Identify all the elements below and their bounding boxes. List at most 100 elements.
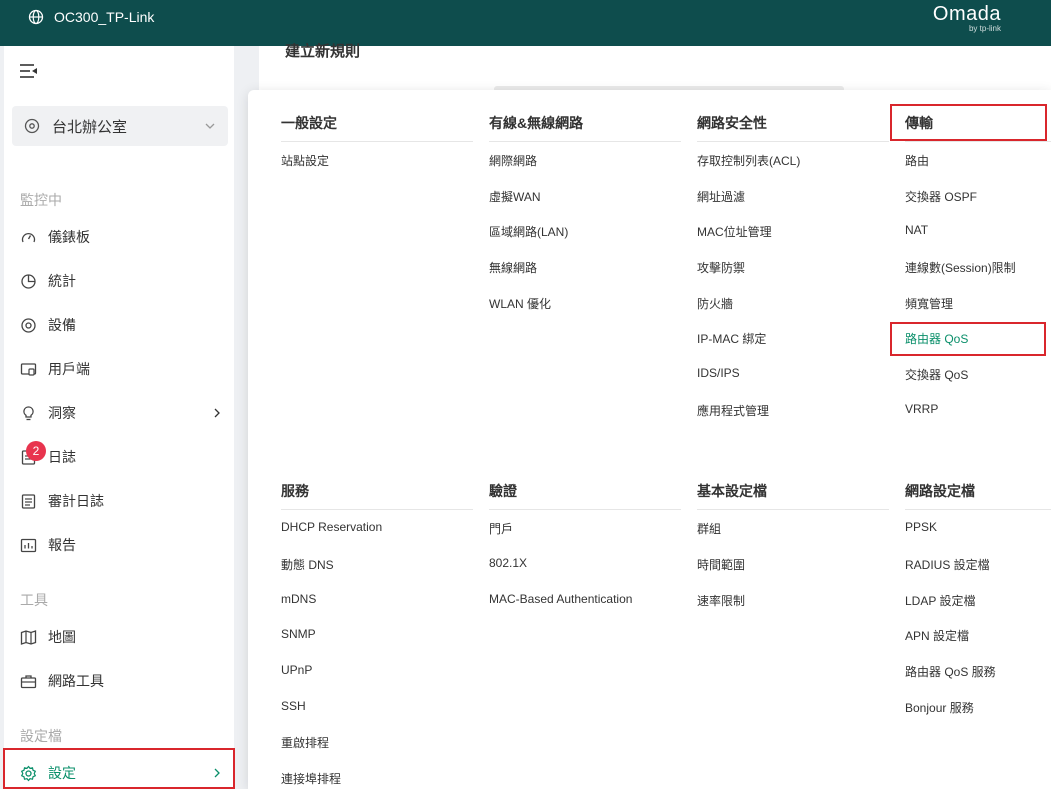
menu-link-rate-limit[interactable]: 速率限制: [697, 592, 745, 609]
menu-link-router-qos-service[interactable]: 路由器 QoS 服務: [905, 663, 996, 680]
sidebar-item-label: 設備: [48, 317, 76, 333]
section-tools: 工具: [20, 592, 48, 608]
gear-icon: [20, 765, 37, 781]
location-pin-icon: [24, 118, 40, 134]
sidebar-item-audit-logs[interactable]: 審計日誌: [4, 481, 234, 521]
chevron-right-icon: [214, 768, 220, 778]
menu-link-wlan-optimization[interactable]: WLAN 優化: [489, 295, 551, 312]
page-title: 建立新規則: [285, 43, 361, 60]
menu-link-site-settings[interactable]: 站點設定: [281, 152, 329, 169]
menu-link-time-range[interactable]: 時間範圍: [697, 556, 745, 573]
menu-link-routing[interactable]: 路由: [905, 152, 929, 169]
top-header: OC300_TP-Link Omada by tp-link: [0, 0, 1051, 46]
section-profiles: 設定檔: [20, 728, 62, 744]
sidebar-item-label: 審計日誌: [48, 493, 104, 509]
sidebar-item-label: 統計: [48, 273, 76, 289]
menu-link-wireless[interactable]: 無線網路: [489, 259, 537, 276]
menu-link-ssh[interactable]: SSH: [281, 699, 306, 713]
globe-icon: [28, 9, 44, 25]
menu-heading-transmission: 傳輸: [905, 113, 1051, 142]
menu-link-ip-mac-binding[interactable]: IP-MAC 綁定: [697, 330, 766, 347]
collapse-menu-icon[interactable]: [20, 64, 38, 78]
notification-badge: 2: [26, 441, 46, 461]
pie-chart-icon: [21, 273, 36, 289]
brand-sub: by tp-link: [968, 24, 1001, 33]
controller-switcher[interactable]: OC300_TP-Link: [6, 0, 154, 34]
audit-log-icon: [21, 493, 36, 509]
menu-heading-general: 一般設定: [281, 113, 473, 142]
menu-heading-basic-profiles: 基本設定檔: [697, 481, 889, 510]
chevron-right-icon: [214, 408, 220, 418]
menu-link-groups[interactable]: 群組: [697, 520, 721, 537]
menu-link-nat[interactable]: NAT: [905, 223, 928, 237]
menu-link-acl[interactable]: 存取控制列表(ACL): [697, 152, 800, 169]
menu-link-portal[interactable]: 門戶: [489, 520, 513, 537]
sidebar-item-settings[interactable]: 設定: [4, 753, 234, 789]
menu-link-bonjour-service[interactable]: Bonjour 服務: [905, 699, 974, 716]
sidebar-item-label: 網路工具: [48, 673, 104, 689]
sidebar-item-network-tools[interactable]: 網路工具: [4, 661, 234, 701]
menu-link-switch-ospf[interactable]: 交換器 OSPF: [905, 188, 977, 205]
menu-link-attack-defense[interactable]: 攻擊防禦: [697, 259, 745, 276]
menu-link-router-qos[interactable]: 路由器 QoS: [905, 330, 968, 347]
menu-link-apn-profile[interactable]: APN 設定檔: [905, 627, 969, 644]
menu-link-internet[interactable]: 網際網路: [489, 152, 537, 169]
controller-name: OC300_TP-Link: [54, 9, 155, 25]
menu-link-dhcp-reservation[interactable]: DHCP Reservation: [281, 520, 382, 534]
section-monitoring: 監控中: [20, 192, 62, 208]
omada-logo: Omada by tp-link: [933, 3, 1001, 33]
menu-link-app-control[interactable]: 應用程式管理: [697, 402, 769, 419]
sidebar-item-label: 報告: [48, 537, 76, 553]
menu-link-url-filter[interactable]: 網址過濾: [697, 188, 745, 205]
menu-link-virtual-wan[interactable]: 虛擬WAN: [489, 188, 541, 205]
menu-link-switch-qos[interactable]: 交換器 QoS: [905, 366, 968, 383]
menu-heading-network-profiles: 網路設定檔: [905, 481, 1051, 510]
menu-link-ids-ips[interactable]: IDS/IPS: [697, 366, 740, 380]
menu-heading-wired-wireless: 有線&無線網路: [489, 113, 681, 142]
site-selector[interactable]: 台北辦公室: [12, 106, 228, 146]
device-icon: [21, 317, 36, 333]
menu-link-session-limit[interactable]: 連線數(Session)限制: [905, 259, 1016, 276]
brand-name: Omada: [932, 3, 1001, 25]
settings-mega-menu: 一般設定 站點設定 有線&無線網路 網際網路 虛擬WAN 區域網路(LAN) 無…: [248, 90, 1051, 789]
sidebar-item-devices[interactable]: 設備: [4, 305, 234, 345]
menu-link-radius-profile[interactable]: RADIUS 設定檔: [905, 556, 990, 573]
toolbox-icon: [20, 674, 37, 688]
menu-link-ppsk[interactable]: PPSK: [905, 520, 937, 534]
menu-link-ldap-profile[interactable]: LDAP 設定檔: [905, 592, 975, 609]
sidebar-item-insight[interactable]: 洞察: [4, 393, 234, 433]
chevron-down-icon: [205, 123, 215, 129]
menu-link-mdns[interactable]: mDNS: [281, 592, 316, 606]
sidebar-item-label: 地圖: [48, 629, 76, 645]
menu-link-mac-auth[interactable]: MAC-Based Authentication: [489, 592, 632, 606]
menu-link-vrrp[interactable]: VRRP: [905, 402, 938, 416]
menu-link-port-schedule[interactable]: 連接埠排程: [281, 770, 341, 787]
menu-link-snmp[interactable]: SNMP: [281, 627, 316, 641]
menu-link-firewall[interactable]: 防火牆: [697, 295, 733, 312]
menu-link-ddns[interactable]: 動態 DNS: [281, 556, 334, 573]
menu-link-lan[interactable]: 區域網路(LAN): [489, 223, 568, 240]
sidebar-item-reports[interactable]: 報告: [4, 525, 234, 565]
menu-link-8021x[interactable]: 802.1X: [489, 556, 527, 570]
client-icon: [20, 362, 37, 376]
sidebar-item-map[interactable]: 地圖: [4, 617, 234, 657]
sidebar-item-label: 洞察: [48, 405, 76, 421]
sidebar-item-label: 日誌: [48, 449, 76, 465]
menu-link-mac-management[interactable]: MAC位址管理: [697, 223, 772, 240]
lightbulb-icon: [23, 405, 34, 420]
menu-link-upnp[interactable]: UPnP: [281, 663, 312, 677]
sidebar-item-label: 用戶端: [48, 361, 90, 377]
menu-link-reboot-schedule[interactable]: 重啟排程: [281, 734, 329, 751]
sidebar-item-dashboard[interactable]: 儀錶板: [4, 217, 234, 257]
sidebar: 台北辦公室 監控中 儀錶板 統計 設備 用戶端 洞察 2 日誌 審計日誌 報告 …: [4, 46, 234, 789]
sidebar-item-label: 設定: [48, 765, 76, 781]
report-icon: [20, 538, 37, 552]
menu-heading-services: 服務: [281, 481, 473, 510]
sidebar-item-statistics[interactable]: 統計: [4, 261, 234, 301]
map-icon: [20, 629, 37, 645]
sidebar-item-logs[interactable]: 2 日誌: [4, 437, 234, 477]
menu-link-bandwidth-control[interactable]: 頻寬管理: [905, 295, 953, 312]
menu-heading-security: 網路安全性: [697, 113, 889, 142]
sidebar-item-clients[interactable]: 用戶端: [4, 349, 234, 389]
menu-heading-authentication: 驗證: [489, 481, 681, 510]
